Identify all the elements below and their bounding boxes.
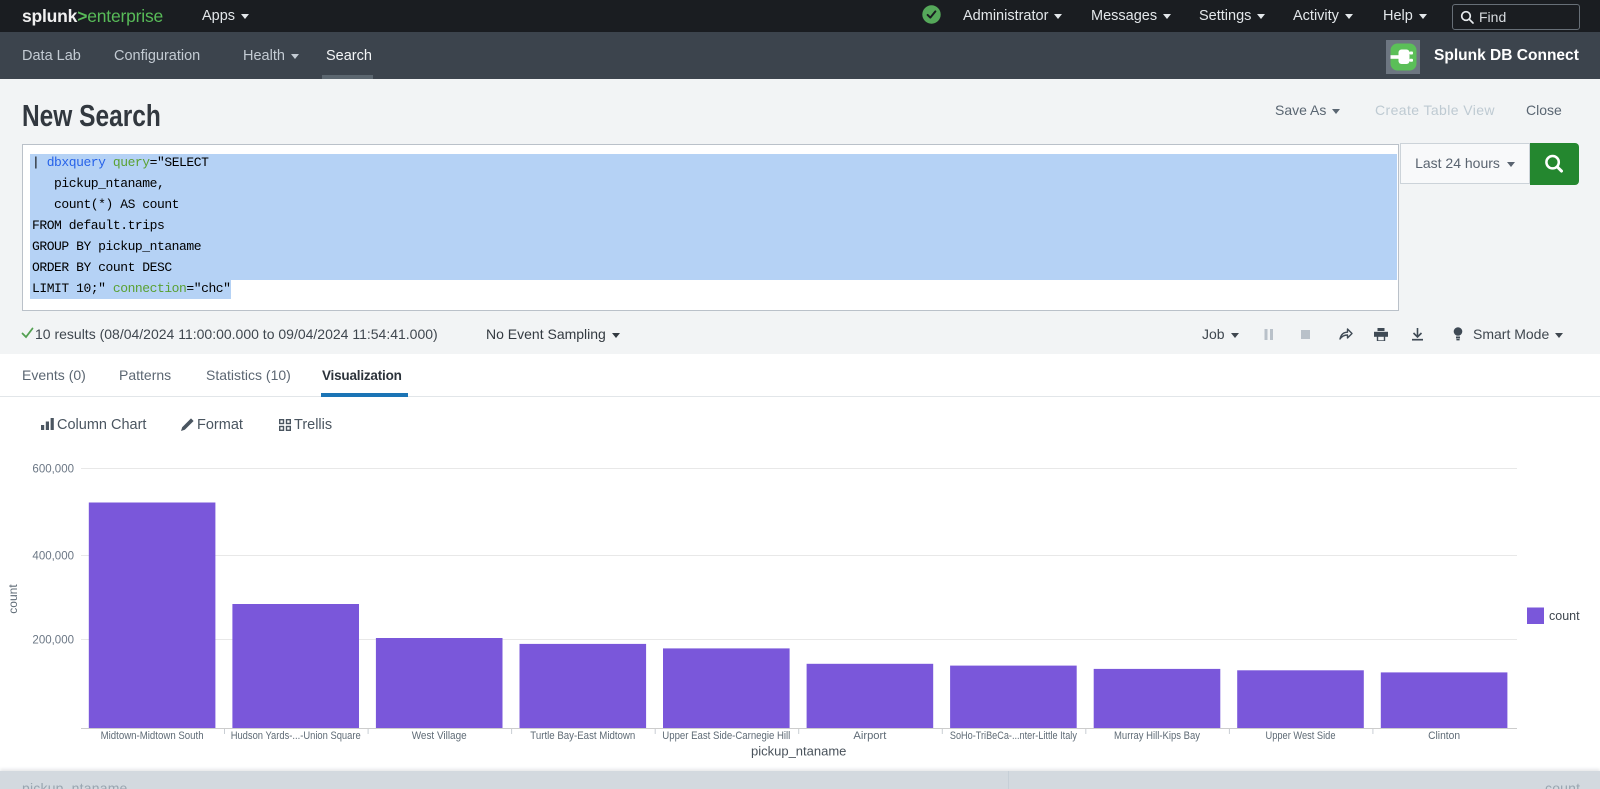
svg-text:Turtle Bay-East Midtown: Turtle Bay-East Midtown <box>530 730 635 742</box>
svg-text:Midtown-Midtown South: Midtown-Midtown South <box>101 730 204 742</box>
svg-text:count: count <box>6 584 20 614</box>
svg-text:SoHo-TriBeCa-...nter-Little It: SoHo-TriBeCa-...nter-Little Italy <box>950 730 1077 742</box>
svg-text:Upper East Side-Carnegie Hill: Upper East Side-Carnegie Hill <box>662 730 790 742</box>
svg-text:Clinton: Clinton <box>1428 730 1460 742</box>
svg-text:pickup_ntaname: pickup_ntaname <box>751 744 846 759</box>
svg-text:Hudson Yards-...-Union Square: Hudson Yards-...-Union Square <box>231 730 361 742</box>
svg-text:Airport: Airport <box>853 730 886 742</box>
svg-text:Upper West Side: Upper West Side <box>1266 730 1336 742</box>
svg-text:400,000: 400,000 <box>32 551 74 563</box>
svg-text:count: count <box>1549 609 1580 623</box>
svg-text:600,000: 600,000 <box>32 464 74 476</box>
svg-text:200,000: 200,000 <box>32 635 74 647</box>
svg-text:West Village: West Village <box>412 730 467 742</box>
svg-text:Murray Hill-Kips Bay: Murray Hill-Kips Bay <box>1114 730 1200 742</box>
